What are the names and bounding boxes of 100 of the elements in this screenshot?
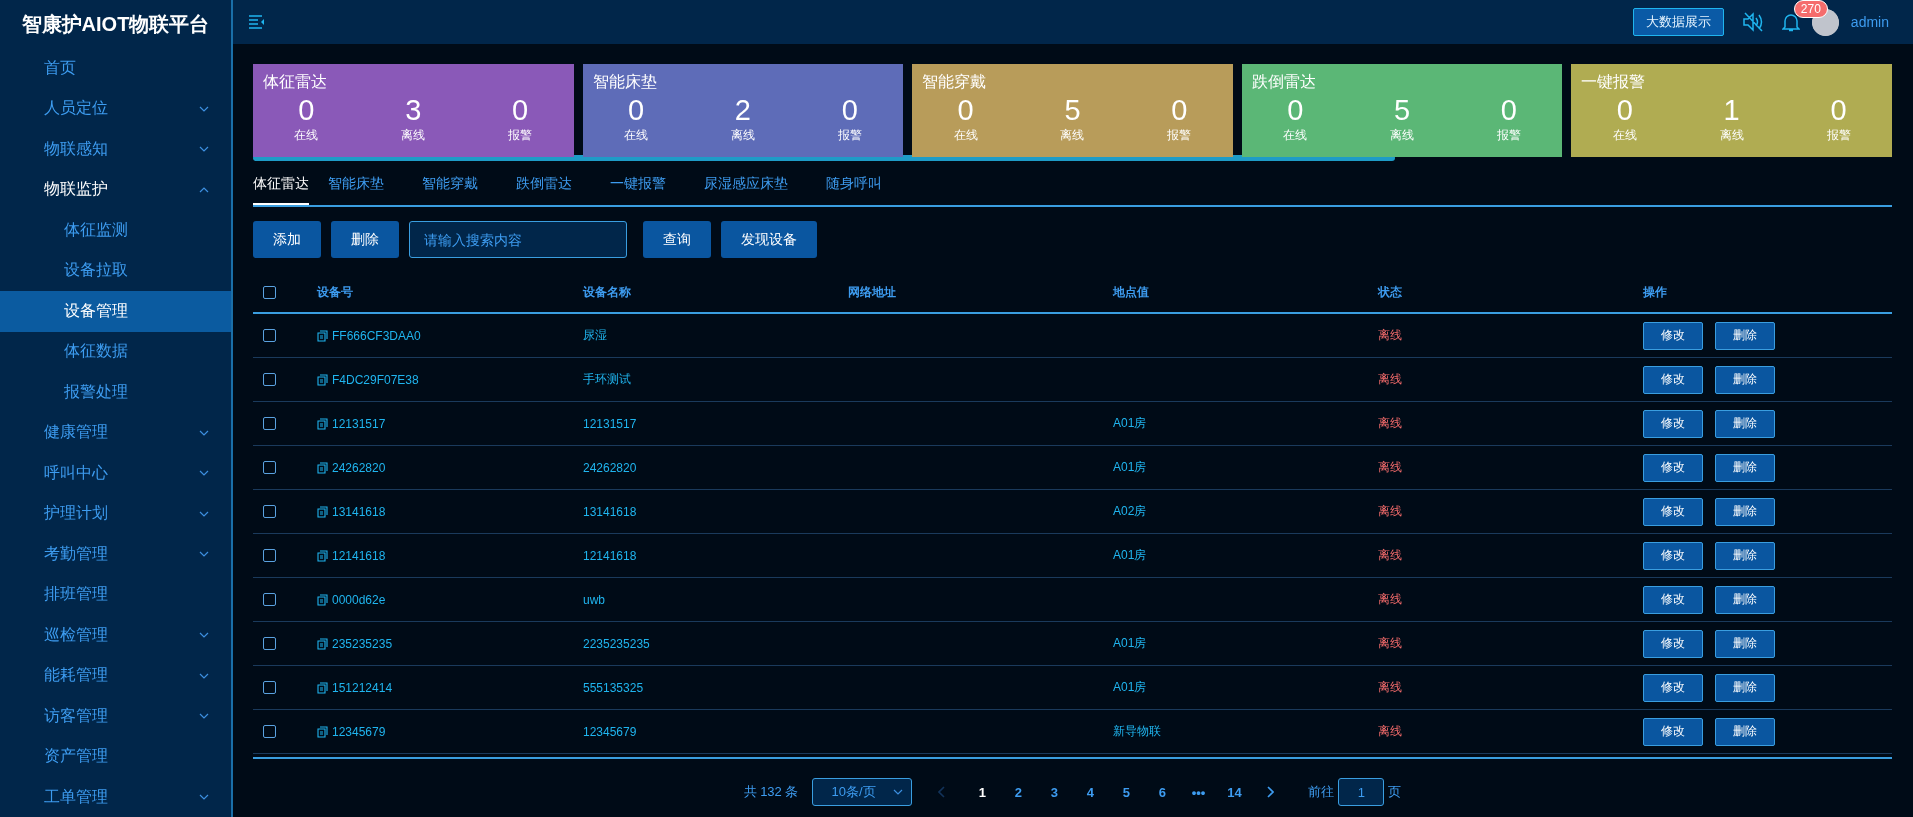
tab[interactable]: 一键报警 <box>610 175 685 205</box>
delete-button[interactable]: 删除 <box>331 221 399 258</box>
checkbox[interactable] <box>263 549 276 562</box>
copy-icon[interactable] <box>317 725 328 738</box>
page-number[interactable]: 4 <box>1072 784 1109 800</box>
sidebar-subitem[interactable]: 体征数据 <box>0 331 231 372</box>
edit-button[interactable]: 修改 <box>1643 409 1703 438</box>
muted-speaker-icon[interactable] <box>1741 12 1764 32</box>
tab[interactable]: 尿湿感应床垫 <box>704 175 807 205</box>
copy-icon[interactable] <box>317 549 328 562</box>
page-number[interactable]: 1 <box>964 784 1001 800</box>
sidebar-item[interactable]: 能耗管理 <box>0 655 231 696</box>
edit-button[interactable]: 修改 <box>1643 321 1703 350</box>
copy-icon[interactable] <box>317 417 328 430</box>
checkbox[interactable] <box>263 637 276 650</box>
copy-icon[interactable] <box>317 329 328 342</box>
big-data-button[interactable]: 大数据展示 <box>1632 8 1724 36</box>
stat-value: 2 <box>734 95 751 125</box>
page-number[interactable]: ••• <box>1180 784 1217 800</box>
delete-button[interactable]: 删除 <box>1715 541 1775 570</box>
copy-icon[interactable] <box>317 373 328 386</box>
bell-icon[interactable] <box>1781 12 1800 32</box>
checkbox[interactable] <box>263 725 276 738</box>
tab[interactable]: 随身呼叫 <box>826 175 901 205</box>
page-input[interactable]: 1 <box>1338 778 1385 806</box>
stat-value: 0 <box>1830 95 1847 125</box>
sidebar-item[interactable]: 考勤管理 <box>0 534 231 575</box>
page-number[interactable]: 6 <box>1144 784 1181 800</box>
location: A01房 <box>1113 547 1148 564</box>
stat-value: 0 <box>1500 95 1517 125</box>
page-number[interactable]: 14 <box>1216 784 1253 800</box>
edit-button[interactable]: 修改 <box>1643 673 1703 702</box>
sidebar-item[interactable]: 健康管理 <box>0 412 231 453</box>
sidebar-item[interactable]: 排班管理 <box>0 574 231 615</box>
delete-button[interactable]: 删除 <box>1715 673 1775 702</box>
edit-button[interactable]: 修改 <box>1643 585 1703 614</box>
sidebar-item[interactable]: 巡检管理 <box>0 615 231 656</box>
sidebar-item[interactable]: 物联感知 <box>0 129 231 170</box>
delete-button[interactable]: 删除 <box>1715 409 1775 438</box>
next-page-icon[interactable] <box>1266 786 1275 798</box>
copy-icon[interactable] <box>317 681 328 694</box>
device-id: 12141618 <box>332 548 386 563</box>
delete-button[interactable]: 删除 <box>1715 453 1775 482</box>
discover-devices-button[interactable]: 发现设备 <box>721 221 817 258</box>
status: 离线 <box>1378 723 1403 740</box>
delete-button[interactable]: 删除 <box>1715 497 1775 526</box>
sidebar-item[interactable]: 访客管理 <box>0 696 231 737</box>
delete-button[interactable]: 删除 <box>1715 585 1775 614</box>
user-name[interactable]: admin <box>1850 14 1889 30</box>
edit-button[interactable]: 修改 <box>1643 453 1703 482</box>
checkbox[interactable] <box>263 593 276 606</box>
page-number[interactable]: 2 <box>1000 784 1037 800</box>
sidebar-item[interactable]: 资产管理 <box>0 736 231 777</box>
delete-button[interactable]: 删除 <box>1715 321 1775 350</box>
tab[interactable]: 智能床垫 <box>328 175 403 205</box>
sidebar-item[interactable]: 呼叫中心 <box>0 453 231 494</box>
sidebar-subitem[interactable]: 体征监测 <box>0 210 231 251</box>
checkbox[interactable] <box>263 461 276 474</box>
menu-fold-icon[interactable] <box>249 15 265 29</box>
edit-button[interactable]: 修改 <box>1643 629 1703 658</box>
edit-button[interactable]: 修改 <box>1643 541 1703 570</box>
sidebar-item[interactable]: 物联监护 <box>0 169 231 210</box>
column-header: 网络地址 <box>848 283 897 301</box>
checkbox[interactable] <box>263 285 276 299</box>
checkbox[interactable] <box>263 681 276 694</box>
sidebar-item[interactable]: 工单管理 <box>0 777 231 817</box>
page-size-select[interactable]: 10条/页 <box>812 778 913 806</box>
checkbox[interactable] <box>263 505 276 518</box>
checkbox[interactable] <box>263 417 276 430</box>
page-number[interactable]: 3 <box>1036 784 1073 800</box>
checkbox[interactable] <box>263 373 276 386</box>
edit-button[interactable]: 修改 <box>1643 497 1703 526</box>
delete-button[interactable]: 删除 <box>1715 365 1775 394</box>
sidebar-subitem[interactable]: 设备拉取 <box>0 250 231 291</box>
copy-icon[interactable] <box>317 505 328 518</box>
page-number[interactable]: 5 <box>1108 784 1145 800</box>
device-name: 13141618 <box>583 504 638 519</box>
copy-icon[interactable] <box>317 637 328 650</box>
edit-button[interactable]: 修改 <box>1643 717 1703 746</box>
tab[interactable]: 跌倒雷达 <box>516 175 591 205</box>
search-field[interactable]: 请输入搜索内容 <box>409 221 627 258</box>
sidebar-item[interactable]: 人员定位 <box>0 88 231 129</box>
delete-button[interactable]: 删除 <box>1715 629 1775 658</box>
copy-icon[interactable] <box>317 461 328 474</box>
add-button[interactable]: 添加 <box>253 221 321 258</box>
edit-button[interactable]: 修改 <box>1643 365 1703 394</box>
sidebar-subitem[interactable]: 设备管理 <box>0 291 231 332</box>
checkbox[interactable] <box>263 329 276 342</box>
sidebar-subitem[interactable]: 报警处理 <box>0 372 231 413</box>
copy-icon[interactable] <box>317 593 328 606</box>
stat-value: 1 <box>1723 95 1740 125</box>
delete-button[interactable]: 删除 <box>1715 717 1775 746</box>
tab[interactable]: 体征雷达 <box>253 175 309 205</box>
tab[interactable]: 智能穿戴 <box>422 175 497 205</box>
stat-value: 0 <box>512 95 529 125</box>
sidebar-item[interactable]: 首页 <box>0 48 231 89</box>
query-button[interactable]: 查询 <box>643 221 711 258</box>
status: 离线 <box>1378 591 1403 608</box>
sidebar-item[interactable]: 护理计划 <box>0 493 231 534</box>
horizontal-scrollbar[interactable] <box>253 155 1395 161</box>
